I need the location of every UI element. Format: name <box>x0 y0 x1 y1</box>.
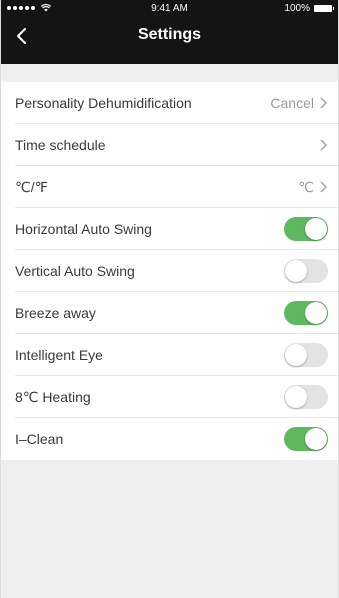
settings-row-control[interactable] <box>284 376 328 418</box>
battery-icon <box>314 5 334 12</box>
settings-row-control[interactable]: ℃ <box>298 166 328 208</box>
settings-row-label: I–Clean <box>15 431 64 447</box>
settings-row-personality-dehumidification[interactable]: Personality Dehumidification Cancel <box>1 82 338 124</box>
chevron-right-icon <box>320 139 327 151</box>
header: 9:41 AM 100% Settings <box>1 0 338 64</box>
settings-row-label: ℃/℉ <box>15 178 48 195</box>
settings-row-label: Vertical Auto Swing <box>15 263 135 279</box>
toggle-knob <box>305 218 327 240</box>
settings-row-label: Personality Dehumidification <box>15 95 192 111</box>
settings-row-intelligent-eye[interactable]: Intelligent Eye <box>1 334 338 376</box>
settings-row-control[interactable] <box>284 418 328 460</box>
toggle-knob <box>305 302 327 324</box>
toggle-switch[interactable] <box>284 217 328 241</box>
phone-screen: 9:41 AM 100% Settings Personality Dehumi… <box>0 0 339 598</box>
page-title: Settings <box>137 26 202 43</box>
toggle-knob <box>285 344 307 366</box>
toggle-switch[interactable] <box>284 343 328 367</box>
toggle-switch[interactable] <box>284 301 328 325</box>
nav-bar: Settings <box>1 20 338 64</box>
chevron-right-icon <box>320 97 327 109</box>
settings-row-label: Breeze away <box>15 305 96 321</box>
settings-row-value: ℃ <box>298 178 314 195</box>
settings-row-label: 8℃ Heating <box>15 388 91 405</box>
settings-row-8-heating[interactable]: 8℃ Heating <box>1 376 338 418</box>
settings-row-control[interactable] <box>314 124 328 166</box>
settings-row-horizontal-auto-swing[interactable]: Horizontal Auto Swing <box>1 208 338 250</box>
settings-row-control[interactable] <box>284 292 328 334</box>
settings-row-value: Cancel <box>270 95 314 111</box>
toggle-knob <box>285 386 307 408</box>
battery-percentage: 100% <box>284 3 310 14</box>
settings-row-label: Intelligent Eye <box>15 347 103 363</box>
settings-list: Personality Dehumidification Cancel Time s… <box>1 82 338 460</box>
toggle-switch[interactable] <box>284 385 328 409</box>
settings-row-vertical-auto-swing[interactable]: Vertical Auto Swing <box>1 250 338 292</box>
settings-row-item-2[interactable]: ℃/℉ ℃ <box>1 166 338 208</box>
settings-row-control[interactable] <box>284 334 328 376</box>
settings-row-breeze-away[interactable]: Breeze away <box>1 292 338 334</box>
settings-row-label: Time schedule <box>15 137 106 153</box>
toggle-knob <box>305 428 327 450</box>
toggle-switch[interactable] <box>284 427 328 451</box>
settings-row-control[interactable]: Cancel <box>270 82 328 124</box>
battery-status: 100% <box>284 3 334 14</box>
settings-row-label: Horizontal Auto Swing <box>15 221 152 237</box>
settings-row-time-schedule[interactable]: Time schedule <box>1 124 338 166</box>
settings-row-control[interactable] <box>284 250 328 292</box>
settings-row-i-clean[interactable]: I–Clean <box>1 418 338 460</box>
toggle-switch[interactable] <box>284 259 328 283</box>
settings-row-control[interactable] <box>284 208 328 250</box>
chevron-right-icon <box>320 181 327 193</box>
status-bar: 9:41 AM 100% <box>1 0 338 20</box>
toggle-knob <box>285 260 307 282</box>
